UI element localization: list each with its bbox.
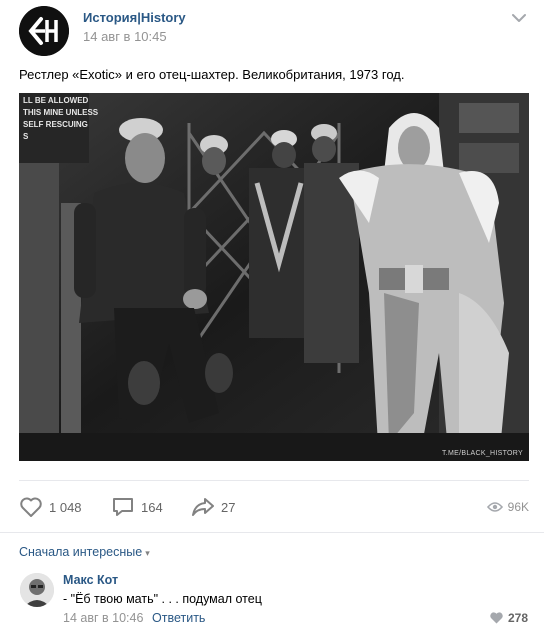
- heart-icon: [20, 497, 42, 517]
- post-author[interactable]: История|History: [83, 10, 186, 25]
- community-avatar[interactable]: [19, 6, 69, 56]
- comments-sort-label: Сначала интересные: [19, 545, 143, 559]
- comment-like-button[interactable]: 278: [490, 611, 528, 625]
- commenter-avatar[interactable]: [20, 573, 54, 607]
- comment-text: - "Ёб твою мать" . . . подумал отец: [63, 592, 262, 606]
- comment-author[interactable]: Макс Кот: [63, 573, 118, 587]
- post-actions: 1 048 164 27 96K: [19, 480, 529, 533]
- comment-count: 164: [141, 499, 163, 515]
- like-button[interactable]: 1 048: [19, 495, 82, 519]
- reply-button[interactable]: Ответить: [152, 611, 205, 625]
- post-text: Рестлер «Exotic» и его отец-шахтер. Вели…: [19, 67, 405, 82]
- post-header: История|History 14 авг в 10:45: [0, 0, 544, 60]
- chevron-down-icon: ▾: [145, 548, 150, 558]
- views-counter: 96K: [486, 495, 529, 519]
- comment-date[interactable]: 14 авг в 10:46: [63, 611, 143, 625]
- community-logo: [19, 6, 69, 56]
- post-date[interactable]: 14 авг в 10:45: [83, 29, 167, 44]
- views-count: 96K: [507, 500, 529, 514]
- comments-section: Сначала интересные ▾ Макс Кот - "Ёб твою …: [0, 532, 544, 630]
- comment-icon: [113, 498, 133, 516]
- avatar: [20, 573, 54, 607]
- photo-watermark: T.ME/BLACK_HISTORY: [442, 450, 523, 457]
- like-count: 1 048: [49, 499, 82, 515]
- share-icon: [192, 498, 214, 516]
- post-photo[interactable]: LL BE ALLOWED THIS MINE UNLESS SELF RESC…: [19, 93, 529, 461]
- photo-sign-text: LL BE ALLOWED THIS MINE UNLESS SELF RESC…: [23, 96, 99, 141]
- eye-icon: [486, 502, 503, 512]
- black-and-white-photo-icon: [19, 93, 529, 461]
- comment-like-count: 278: [507, 611, 528, 625]
- share-count: 27: [221, 499, 236, 515]
- share-button[interactable]: 27: [191, 495, 235, 519]
- comments-sort-toggle[interactable]: Сначала интересные ▾: [19, 545, 150, 559]
- chevron-down-icon[interactable]: [512, 13, 526, 23]
- comment-button[interactable]: 164: [111, 495, 163, 519]
- heart-icon: [490, 612, 503, 624]
